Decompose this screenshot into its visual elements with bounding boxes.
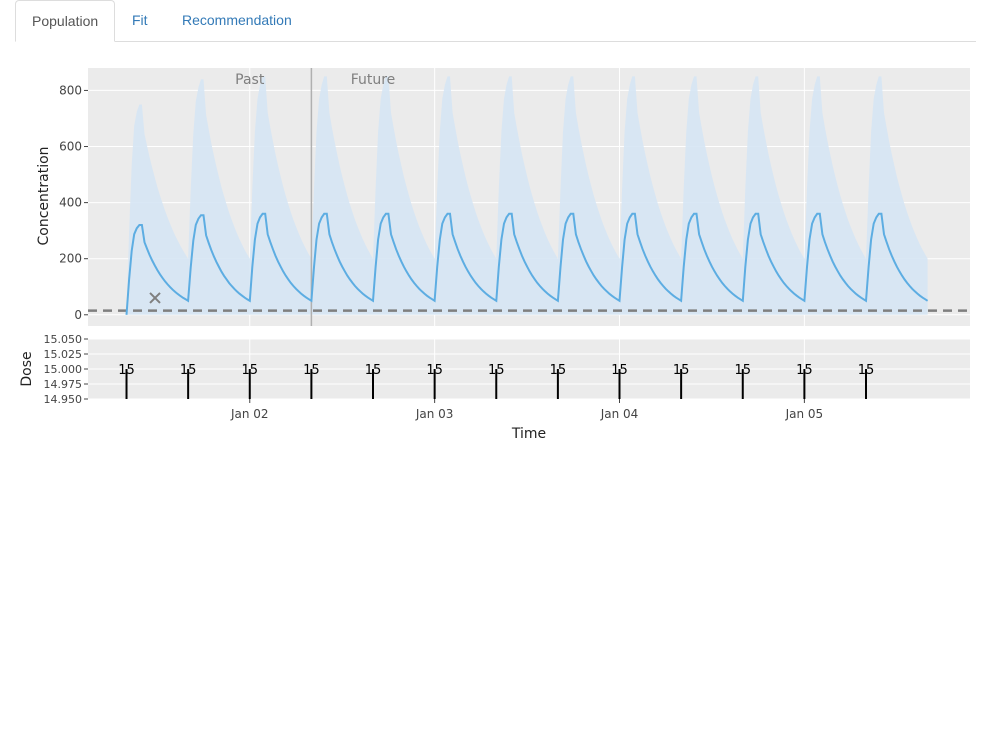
y-tick-label: 600 <box>59 140 82 154</box>
y-tick-label: 14.950 <box>44 393 83 406</box>
y-tick-label: 14.975 <box>44 378 83 391</box>
concentration-axis-label: Concentration <box>36 146 52 245</box>
dose-label: 15 <box>303 363 320 378</box>
dose-label: 15 <box>550 363 567 378</box>
concentration-dose-chart: Past Future 0200400600800 Concentration … <box>19 68 970 442</box>
y-tick-label: 15.050 <box>44 333 83 346</box>
past-region-label: Past <box>235 72 265 88</box>
y-tick-label: 400 <box>59 196 82 210</box>
dose-label: 15 <box>241 363 258 378</box>
concentration-y-axis: 0 200 400 600 800 <box>59 83 88 322</box>
future-region-label: Future <box>351 72 396 88</box>
dose-label: 15 <box>118 363 135 378</box>
dose-axis-label: Dose <box>19 351 35 386</box>
time-x-axis: Jan 02 Jan 03 Jan 04 Jan 05 <box>230 399 823 421</box>
x-tick-label: Jan 02 <box>230 407 269 421</box>
dose-label: 15 <box>673 363 690 378</box>
dose-label: 15 <box>734 363 751 378</box>
dose-y-axis: 14.950 14.975 15.000 15.025 15.050 <box>44 333 88 406</box>
y-tick-label: 0 <box>74 308 82 322</box>
x-tick-label: Jan 03 <box>415 407 454 421</box>
dose-label: 15 <box>611 363 628 378</box>
time-axis-label: Time <box>511 426 546 442</box>
y-tick-label: 200 <box>59 252 82 266</box>
dose-label: 15 <box>426 363 443 378</box>
x-tick-label: Jan 04 <box>600 407 639 421</box>
dose-label: 15 <box>180 363 197 378</box>
dose-label: 15 <box>796 363 813 378</box>
dose-label: 15 <box>858 363 875 378</box>
y-tick-label: 15.025 <box>44 348 83 361</box>
dose-label: 15 <box>365 363 382 378</box>
y-tick-label: 800 <box>59 83 82 97</box>
dose-label: 15 <box>488 363 505 378</box>
y-tick-label: 15.000 <box>44 363 83 376</box>
x-tick-label: Jan 05 <box>785 407 824 421</box>
